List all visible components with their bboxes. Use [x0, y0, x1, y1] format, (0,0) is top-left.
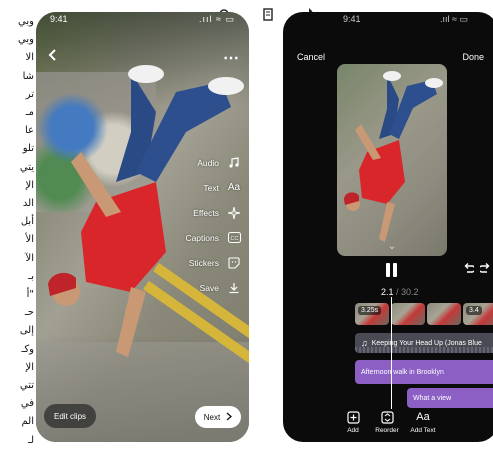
breakdancer-figure [343, 71, 443, 242]
chevron-right-icon [226, 412, 233, 423]
clips-strip[interactable]: 3.25s 3.4 [355, 303, 493, 325]
clip-thumbnail[interactable] [391, 303, 425, 325]
arabic-text-line: وكـ [21, 343, 34, 355]
music-note-icon [227, 156, 241, 170]
menu-item-save[interactable]: Save [131, 275, 241, 300]
add-text-label: Add Text [410, 427, 436, 434]
edit-clips-button[interactable]: Edit clips [44, 404, 97, 428]
menu-item-audio[interactable]: Audio [131, 150, 241, 175]
text-track[interactable]: Afternoon walk in Brooklyn [355, 360, 493, 384]
status-bar: 9:41 .ııl ≈ ▭ [50, 14, 235, 26]
arabic-text-line: وبي [18, 16, 34, 27]
menu-item-label: Effects [193, 207, 219, 218]
add-label: Add [347, 427, 359, 434]
arabic-text-line: أبل [20, 216, 34, 228]
arabic-text-line: حـ [24, 307, 34, 319]
pause-button[interactable] [386, 263, 398, 277]
arabic-text-line: الم [21, 416, 34, 428]
reorder-icon [369, 410, 405, 424]
status-time: 9:41 [50, 14, 68, 24]
menu-item-text[interactable]: Text Aa [131, 175, 241, 200]
arabic-text-line: تلو [22, 143, 34, 155]
menu-item-label: Text [203, 182, 219, 193]
timecode-current: 2.1 [381, 287, 394, 297]
arabic-text-line: الا [25, 52, 34, 64]
arabic-text-column: وبي وبي الا شا تر مـ عا تلو يتي الإ الد أبل الأ الآ بـ… [0, 0, 34, 450]
next-button[interactable]: Next [195, 406, 241, 428]
menu-item-stickers[interactable]: Stickers [131, 250, 241, 275]
menu-item-captions[interactable]: Captions CC [131, 225, 241, 250]
chevron-down-icon[interactable]: ⌄ [388, 241, 396, 252]
arabic-text-line: عا [24, 125, 34, 137]
timecode: 2.1 / 30.2 [381, 287, 419, 297]
arabic-text-line: شا [22, 70, 34, 82]
status-icons: .ııl ≈ ▭ [199, 14, 235, 24]
add-button[interactable]: Add [335, 410, 371, 434]
menu-item-label: Captions [185, 232, 219, 243]
text-aa-icon: Aa [227, 182, 241, 193]
page-icon[interactable] [262, 8, 274, 27]
add-text-button[interactable]: Aa Add Text [405, 410, 441, 434]
playhead[interactable] [391, 297, 392, 409]
menu-item-label: Stickers [188, 257, 219, 268]
arabic-text-line: بـ [28, 270, 34, 282]
text-aa-icon: Aa [416, 411, 430, 423]
audio-waveform [355, 347, 493, 353]
arabic-text-line: مـ [25, 107, 34, 118]
bottom-toolbar: Add Reorder Aa Add Text [335, 410, 485, 440]
sparkle-icon [227, 206, 241, 220]
arabic-text-line: الإ [25, 361, 34, 373]
menu-item-label: Save [199, 282, 219, 293]
clip-duration: 3.4 [466, 306, 482, 315]
arabic-text-line: الآ [25, 252, 34, 264]
arabic-text-line: يتي [19, 161, 34, 173]
cc-icon: CC [227, 231, 241, 245]
clip-duration: 3.25s [358, 306, 382, 315]
menu-item-label: Audio [197, 157, 219, 168]
clip-thumbnail[interactable]: 3.25s [355, 303, 389, 325]
arabic-text-line: لـ [28, 434, 34, 446]
arabic-text-line: وبي [18, 34, 34, 46]
reorder-button[interactable]: Reorder [369, 410, 405, 434]
more-options-icon[interactable]: ⋯ [223, 48, 239, 68]
arabic-text-line: الد [22, 198, 34, 209]
music-track[interactable]: ♫ Keeping Your Head Up (Jonas Blue [355, 333, 493, 353]
next-label: Next [203, 412, 221, 422]
sticker-icon [227, 256, 241, 270]
add-clip-icon [335, 410, 371, 424]
back-arrow-icon[interactable] [46, 48, 66, 68]
video-preview[interactable]: ⌄ [337, 64, 447, 256]
timecode-total: / 30.2 [393, 287, 419, 297]
clip-thumbnail[interactable] [427, 303, 461, 325]
undo-icon[interactable] [462, 263, 476, 278]
arabic-text-line: إلى [19, 325, 34, 337]
svg-text:CC: CC [230, 236, 238, 242]
music-track-title: Keeping Your Head Up (Jonas Blue [371, 339, 482, 347]
phone-editor-preview: 9:41 .ııl ≈ ▭ ⋯ Audio Text Aa Effects Captio… [36, 12, 249, 442]
arabic-text-line: في [20, 398, 34, 410]
arabic-text-line: "أ [26, 289, 34, 300]
done-button[interactable]: Done [462, 52, 484, 62]
phone-timeline-editor: 9:41 .ııl ≈ ▭ Cancel Done ⌄ 2.1 / 30.2 3… [283, 12, 493, 442]
clip-thumbnail[interactable]: 3.4 [463, 303, 493, 325]
reorder-label: Reorder [375, 427, 399, 434]
status-time: 9:41 [343, 14, 361, 24]
text-track[interactable]: What a view [407, 388, 493, 408]
redo-icon[interactable] [478, 263, 492, 278]
cancel-button[interactable]: Cancel [297, 52, 325, 62]
arabic-text-line: الأ [25, 234, 34, 246]
text-track-label: Afternoon walk in Brooklyn [361, 368, 444, 376]
text-track-label: What a view [413, 394, 452, 402]
arabic-text-line: تر [25, 88, 34, 100]
edit-side-menu: Audio Text Aa Effects Captions CC Stickers Save [131, 150, 241, 300]
status-icons: .ııl ≈ ▭ [440, 14, 468, 24]
menu-item-effects[interactable]: Effects [131, 200, 241, 225]
arabic-text-line: الإ [25, 179, 34, 191]
status-bar: 9:41 .ııl ≈ ▭ [343, 14, 468, 26]
download-icon [227, 281, 241, 295]
arabic-text-line: تتي [19, 380, 34, 391]
